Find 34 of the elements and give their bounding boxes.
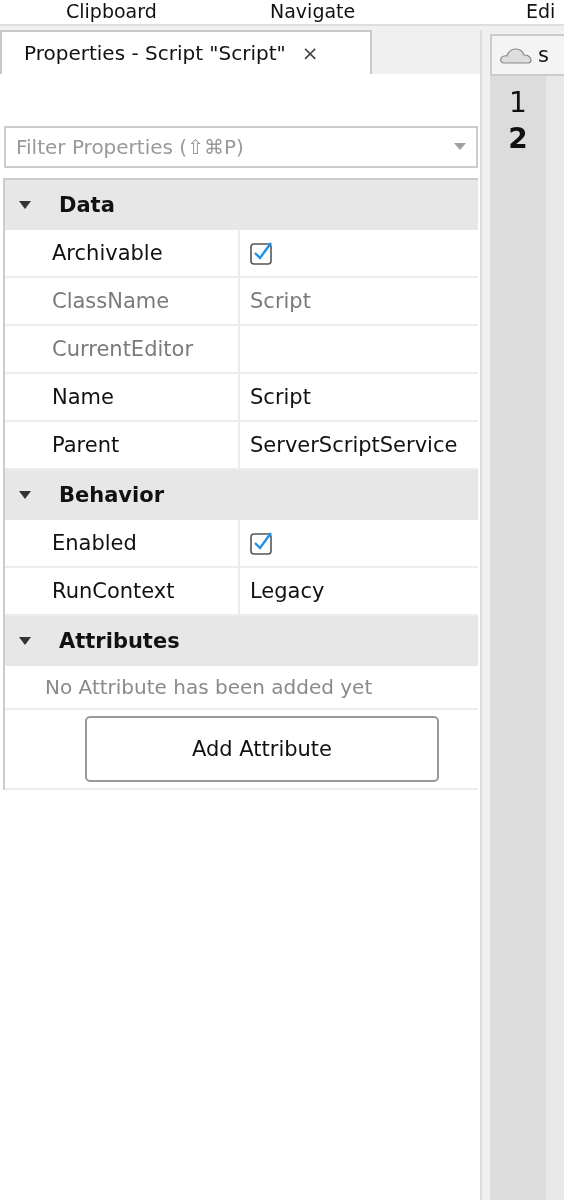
property-name: Archivable <box>5 230 240 276</box>
section-header[interactable]: Attributes <box>5 616 478 666</box>
property-name: Enabled <box>5 520 240 566</box>
section-title: Data <box>59 193 115 217</box>
properties-tab[interactable]: Properties - Script "Script" × <box>0 30 372 74</box>
filter-field[interactable]: Filter Properties (⇧⌘P) <box>4 126 478 168</box>
line-number: 1 <box>508 84 528 120</box>
section-header[interactable]: Data <box>5 180 478 230</box>
ribbon-group-label: Edi <box>526 0 556 22</box>
property-value[interactable]: ServerScriptService <box>250 433 458 457</box>
section-header[interactable]: Behavior <box>5 470 478 520</box>
property-name: Parent <box>5 422 240 468</box>
property-name: RunContext <box>5 568 240 614</box>
line-number: 2 <box>507 120 529 156</box>
property-name: Name <box>5 374 240 420</box>
add-attribute-button[interactable]: Add Attribute <box>85 716 439 782</box>
empty-message: No Attribute has been added yet <box>5 666 478 710</box>
checkbox[interactable] <box>250 531 274 555</box>
script-tab[interactable]: s <box>490 34 564 76</box>
section-title: Attributes <box>59 629 180 653</box>
close-icon[interactable]: × <box>301 41 319 65</box>
ribbon-group-label: Navigate <box>270 0 356 22</box>
cloud-icon <box>500 46 532 64</box>
checkbox[interactable] <box>250 241 274 265</box>
expand-icon <box>19 201 31 209</box>
section-title: Behavior <box>59 483 165 507</box>
expand-icon <box>19 491 31 499</box>
expand-icon <box>19 637 31 645</box>
property-value[interactable]: Legacy <box>250 579 325 603</box>
property-name: CurrentEditor <box>5 326 240 372</box>
ribbon-group-label: Clipboard <box>66 0 157 22</box>
dropdown-caret-icon <box>454 143 466 150</box>
property-name: ClassName <box>5 278 240 324</box>
property-value[interactable]: Script <box>250 385 311 409</box>
